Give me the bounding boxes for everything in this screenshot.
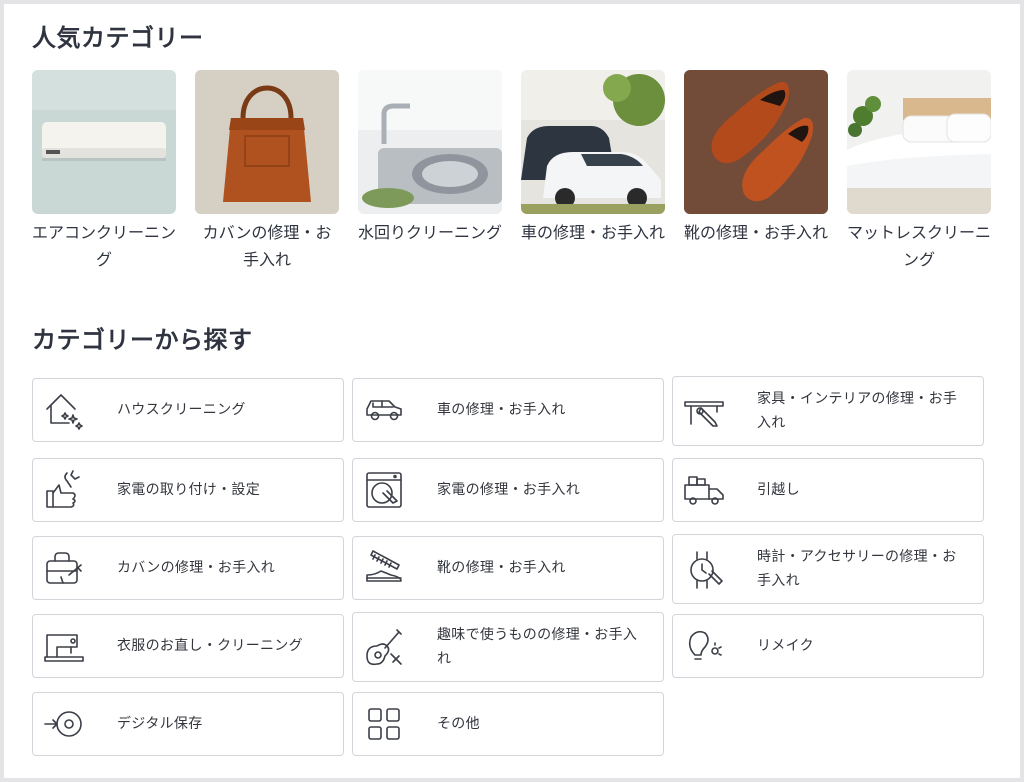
category-label: デジタル保存 [117, 716, 203, 732]
category-shoes[interactable]: 靴の修理・お手入れ [352, 536, 664, 600]
popular-item-label: 靴の修理・お手入れ [684, 223, 829, 242]
category-moving[interactable]: 引越し [672, 458, 984, 522]
kitchen-sink-photo [358, 70, 502, 214]
category-bag[interactable]: カバンの修理・お手入れ [32, 536, 344, 600]
category-label: ハウスクリーニング [117, 402, 246, 418]
category-clothes[interactable]: 衣服のお直し・クリーニング [32, 614, 344, 678]
watch-repair-icon [683, 548, 725, 590]
leather-bag-photo [195, 70, 339, 214]
sewing-machine-icon [43, 625, 85, 667]
guitar-repair-icon [363, 626, 405, 668]
popular-item-mattress[interactable]: マットレスクリーニング [847, 70, 991, 273]
leather-shoes-photo [684, 70, 828, 214]
disc-save-icon [43, 703, 85, 745]
air-conditioner-photo [32, 70, 176, 214]
remake-bulb-icon [683, 625, 725, 667]
category-others[interactable]: その他 [352, 692, 664, 756]
popular-item-label: カバンの修理・お手入れ [202, 223, 332, 269]
category-furniture[interactable]: 家具・インテリアの修理・お手入れ [672, 376, 984, 446]
category-hobby[interactable]: 趣味で使うものの修理・お手入れ [352, 612, 664, 682]
category-label: 引越し [757, 482, 800, 498]
category-label: カバンの修理・お手入れ [117, 560, 275, 576]
popular-item-car[interactable]: 車の修理・お手入れ [521, 70, 665, 273]
category-appliance-install[interactable]: 家電の取り付け・設定 [32, 458, 344, 522]
popular-item-label: マットレスクリーニング [847, 223, 992, 269]
category-label: 時計・アクセサリーの修理・お手入れ [757, 549, 957, 589]
category-label: 靴の修理・お手入れ [437, 560, 566, 576]
popular-item-bag[interactable]: カバンの修理・お手入れ [195, 70, 339, 273]
house-sparkle-icon [43, 389, 85, 431]
popular-item-air-conditioner[interactable]: エアコンクリーニング [32, 70, 176, 273]
category-label: 家電の修理・お手入れ [437, 482, 580, 498]
category-label: 家具・インテリアの修理・お手入れ [757, 391, 958, 431]
furniture-repair-icon [683, 390, 725, 432]
popular-item-label: 車の修理・お手入れ [521, 223, 666, 242]
category-digital[interactable]: デジタル保存 [32, 692, 344, 756]
popular-item-sink[interactable]: 水回りクリーニング [358, 70, 502, 273]
category-label: 家電の取り付け・設定 [117, 482, 260, 498]
category-section-title: カテゴリーから探す [32, 326, 253, 354]
popular-categories-list: エアコンクリーニング カバンの修理・お手入れ 水回りクリーニング 車の修理・お手… [32, 70, 991, 273]
popular-section-title: 人気カテゴリー [32, 24, 204, 52]
category-label: 衣服のお直し・クリーニング [117, 638, 303, 654]
bed-mattress-photo [847, 70, 991, 214]
shoe-brush-icon [363, 547, 405, 589]
washing-machine-icon [363, 469, 405, 511]
category-car[interactable]: 車の修理・お手入れ [352, 378, 664, 442]
category-label: 車の修理・お手入れ [437, 402, 566, 418]
category-label: リメイク [757, 638, 814, 654]
category-appliance-repair[interactable]: 家電の修理・お手入れ [352, 458, 664, 522]
car-icon [363, 389, 405, 431]
popular-item-label: エアコンクリーニング [32, 223, 177, 269]
bag-repair-icon [43, 547, 85, 589]
category-house-cleaning[interactable]: ハウスクリーニング [32, 378, 344, 442]
page-frame: 人気カテゴリー エアコンクリーニング カバンの修理・お手入れ 水回りクリーニング… [4, 4, 1020, 778]
category-label: 趣味で使うものの修理・お手入れ [437, 627, 638, 667]
category-label: その他 [437, 716, 480, 732]
popular-item-shoes[interactable]: 靴の修理・お手入れ [684, 70, 828, 273]
category-watch[interactable]: 時計・アクセサリーの修理・お手入れ [672, 534, 984, 604]
moving-truck-icon [683, 469, 725, 511]
thumbs-up-wrench-icon [43, 469, 85, 511]
popular-item-label: 水回りクリーニング [358, 223, 503, 242]
grid-others-icon [363, 703, 405, 745]
category-remake[interactable]: リメイク [672, 614, 984, 678]
cars-photo [521, 70, 665, 214]
